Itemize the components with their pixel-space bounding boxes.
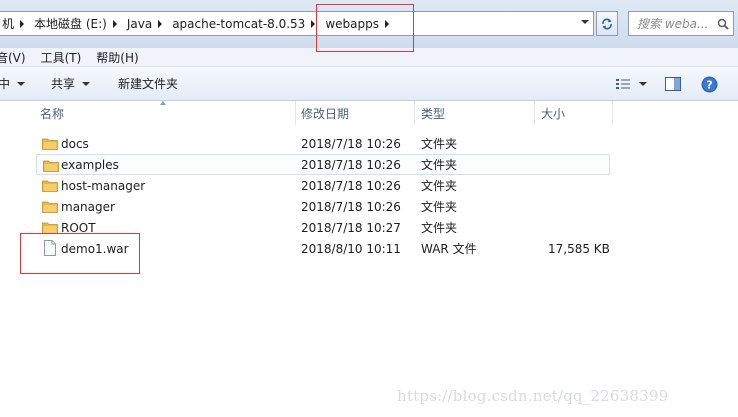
file-type: WAR 文件 (421, 242, 477, 256)
breadcrumb-computer[interactable]: 机 (0, 12, 28, 35)
file-modified: 2018/7/18 10:26 (301, 136, 401, 151)
file-name: host-manager (61, 178, 146, 193)
sort-ascending-icon (160, 101, 166, 105)
menu-tools[interactable]: 工具(T) (41, 49, 91, 66)
preview-pane-icon (665, 77, 681, 91)
file-row-docs[interactable]: docs 2018/7/18 10:26 文件夹 (36, 133, 610, 154)
preview-pane-button[interactable] (665, 72, 681, 96)
new-folder-label: 新建文件夹 (118, 77, 179, 91)
file-name: docs (61, 136, 89, 151)
folder-icon (42, 201, 58, 213)
file-row-manager[interactable]: manager 2018/7/18 10:26 文件夹 (36, 196, 610, 217)
column-header-label: 类型 (421, 106, 446, 121)
chevron-right-icon[interactable] (20, 19, 25, 28)
breadcrumb-label: Java (126, 16, 153, 31)
column-divider[interactable] (295, 101, 296, 125)
search-icon[interactable] (717, 18, 729, 30)
file-type: 文件夹 (421, 158, 458, 172)
refresh-icon (602, 18, 612, 29)
toolbar: 中 共享 新建文件夹 ? (0, 67, 738, 101)
file-modified: 2018/7/18 10:26 (301, 157, 401, 172)
menu-view[interactable]: 音(V) (0, 49, 35, 66)
column-header-size[interactable]: 大小 (541, 101, 565, 125)
column-header-label: 修改日期 (301, 106, 350, 121)
menu-help[interactable]: 帮助(H) (96, 49, 147, 66)
view-list-icon (616, 79, 630, 89)
column-header-name[interactable]: 名称 (40, 101, 64, 125)
organize-button[interactable]: 中 (0, 72, 26, 96)
highlight-box-demo1-war (20, 233, 140, 274)
column-header-modified[interactable]: 修改日期 (301, 101, 349, 125)
file-name: examples (61, 157, 119, 172)
file-type: 文件夹 (421, 179, 458, 193)
chevron-down-icon (17, 81, 26, 86)
search-input[interactable] (629, 16, 717, 31)
breadcrumb-label: 本地磁盘 (E:) (34, 17, 107, 31)
file-row-examples[interactable]: examples 2018/7/18 10:26 文件夹 (36, 154, 610, 175)
search-box[interactable] (628, 11, 734, 36)
folder-icon (43, 160, 59, 172)
column-header-type[interactable]: 类型 (421, 101, 445, 125)
file-type: 文件夹 (421, 137, 458, 151)
highlight-box-webapps (316, 4, 414, 52)
file-name: manager (61, 199, 115, 214)
folder-icon (42, 138, 58, 150)
file-modified: 2018/7/18 10:27 (301, 220, 401, 235)
share-label: 共享 (51, 77, 76, 91)
file-modified: 2018/8/10 10:11 (301, 241, 401, 256)
organize-label: 中 (0, 77, 11, 91)
breadcrumb-java[interactable]: Java (121, 12, 166, 35)
breadcrumb-label: 机 (2, 17, 15, 31)
refresh-button[interactable] (596, 11, 618, 36)
file-size: 17,585 KB (548, 241, 610, 256)
file-modified: 2018/7/18 10:26 (301, 178, 401, 193)
chevron-right-icon[interactable] (158, 19, 163, 28)
file-row-host-manager[interactable]: host-manager 2018/7/18 10:26 文件夹 (36, 175, 610, 196)
column-divider[interactable] (612, 101, 613, 125)
help-button[interactable]: ? (701, 72, 718, 96)
column-header-label: 名称 (40, 106, 65, 121)
breadcrumb-tomcat[interactable]: apache-tomcat-8.0.53 (166, 12, 319, 35)
column-header-label: 大小 (541, 106, 566, 121)
view-options-button[interactable] (616, 72, 647, 96)
chevron-down-icon (82, 81, 91, 86)
chevron-right-icon[interactable] (311, 19, 316, 28)
help-icon: ? (701, 76, 718, 92)
file-modified: 2018/7/18 10:26 (301, 199, 401, 214)
chevron-down-icon[interactable] (581, 20, 589, 24)
file-type: 文件夹 (421, 200, 458, 214)
column-divider[interactable] (414, 101, 415, 125)
share-button[interactable]: 共享 (51, 72, 91, 96)
svg-text:?: ? (706, 78, 712, 91)
breadcrumb-drive-e[interactable]: 本地磁盘 (E:) (28, 12, 121, 35)
chevron-down-icon (639, 82, 647, 86)
folder-icon (42, 180, 58, 192)
new-folder-button[interactable]: 新建文件夹 (118, 72, 178, 96)
breadcrumb-label: apache-tomcat-8.0.53 (172, 16, 306, 31)
address-bar[interactable]: 机 本地磁盘 (E:) Java apache-tomcat-8.0.53 we… (0, 11, 594, 36)
column-divider[interactable] (534, 101, 535, 125)
file-type: 文件夹 (421, 221, 458, 235)
toolbar-right: ? (616, 67, 738, 101)
watermark-text: https://blog.csdn.net/qq_22638399 (397, 387, 669, 405)
chevron-right-icon[interactable] (112, 19, 117, 28)
